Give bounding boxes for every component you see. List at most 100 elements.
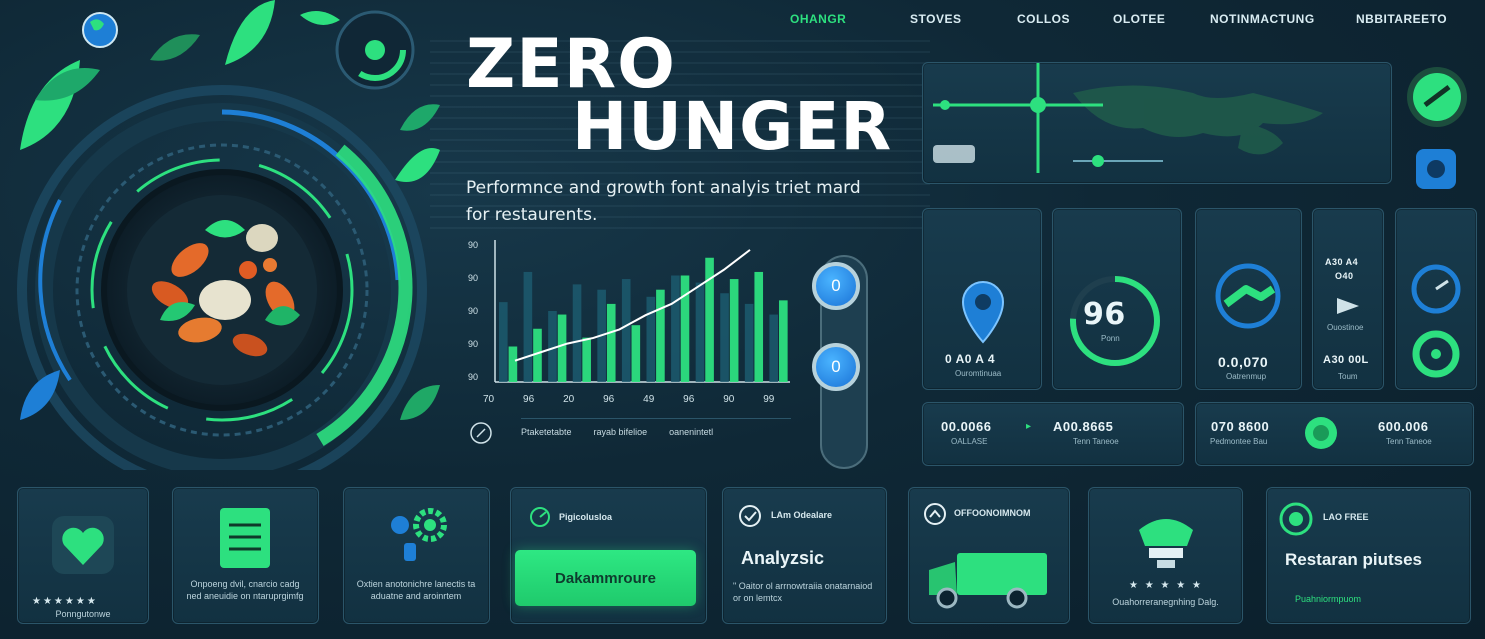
chart-settings-icon[interactable] bbox=[469, 421, 493, 445]
card-restaurant[interactable]: LAO FREE Restaran piutses Puahniormpuom bbox=[1266, 487, 1471, 624]
chart-bar bbox=[499, 302, 508, 382]
dashboard-button[interactable]: Dakammroure bbox=[515, 550, 696, 606]
chart-bar bbox=[729, 279, 739, 382]
kpi-location-label: Ouromtinuaa bbox=[955, 369, 1002, 378]
chart-bar bbox=[680, 275, 690, 382]
stat-right-2-value: 600.006 bbox=[1378, 419, 1429, 434]
green-toggle-icon[interactable] bbox=[1301, 413, 1341, 453]
kpi-metrics-sub: Ouostinoe bbox=[1327, 323, 1364, 332]
toggle-knob-bottom[interactable]: 0 bbox=[812, 343, 860, 391]
y-tick-label: 90 bbox=[468, 273, 478, 283]
arrow-right-icon: ▸ bbox=[1026, 421, 1032, 432]
chart-bar bbox=[606, 303, 616, 382]
nav-item-notinmactung[interactable]: NOTINMACTUNG bbox=[1210, 12, 1315, 26]
world-map-panel bbox=[922, 62, 1392, 184]
chart-bar bbox=[671, 275, 680, 382]
delivery-truck-icon bbox=[929, 553, 1047, 609]
kpi-tile-handshake[interactable]: 0.0,070 Oatrenmup bbox=[1195, 208, 1302, 390]
kpi-metrics-top: A30 A4 bbox=[1325, 257, 1359, 267]
chart-bar bbox=[779, 300, 788, 382]
chart-bar bbox=[744, 303, 754, 382]
card-notes[interactable]: Onpoeng dvil, cnarcio cadg ned aneuidie … bbox=[172, 487, 319, 624]
y-tick-label: 90 bbox=[468, 240, 478, 250]
checkmark-icon bbox=[739, 505, 761, 527]
card-delivery[interactable]: OFFOONOIMNOM bbox=[908, 487, 1070, 624]
x-tick-label: 90 bbox=[723, 394, 735, 405]
notepad-icon bbox=[220, 508, 270, 568]
target-icon bbox=[1279, 502, 1313, 536]
card-delivery-title: OFFOONOIMNOM bbox=[954, 508, 1031, 518]
card-restaurant-caption: Puahniormpuom bbox=[1295, 594, 1362, 604]
legend-item-2: rayab bifelioe bbox=[593, 427, 648, 437]
card-analysis-body: " Oaitor ol arrnowtraiia onatarnaiod or … bbox=[733, 581, 873, 603]
y-tick-label: 90 bbox=[468, 339, 478, 349]
page-title-line2: HUNGER bbox=[572, 88, 893, 165]
stats-panel-left: 00.0066 OALLASE ▸ A00.8665 Tenn Taneoe bbox=[922, 402, 1184, 466]
food-hero-illustration bbox=[17, 0, 440, 470]
card-rating[interactable]: ★ ★ ★ ★ ★ Ouahorreranegnhing Dalg. bbox=[1088, 487, 1243, 624]
top-nav: OHANGR STOVES COLLOS OLOTEE NOTINMACTUNG… bbox=[780, 12, 1480, 32]
play-arrow-icon bbox=[1337, 298, 1359, 314]
nav-item-ohangr[interactable]: OHANGR bbox=[790, 12, 846, 26]
stat-right-1-value: 070 8600 bbox=[1211, 419, 1270, 434]
nav-item-collos[interactable]: COLLOS bbox=[1017, 12, 1070, 26]
kpi-metrics-mid: O40 bbox=[1335, 271, 1354, 281]
x-tick-label: 96 bbox=[523, 394, 535, 405]
stat-right-1-label: Pedmontee Bau bbox=[1210, 437, 1268, 446]
card-notes-body: Onpoeng dvil, cnarcio cadg ned aneuidie … bbox=[186, 579, 304, 601]
x-tick-label: 70 bbox=[483, 394, 495, 405]
chart-bar bbox=[754, 271, 764, 382]
card-favorite-caption: Ponngutonwe bbox=[55, 609, 111, 619]
chart-bar bbox=[533, 328, 542, 382]
chart-bar bbox=[646, 296, 656, 382]
legend-item-1: Ptaketetabte bbox=[521, 427, 572, 437]
toggle-knob-top[interactable]: 0 bbox=[812, 262, 860, 310]
gear-icon bbox=[391, 508, 447, 561]
card-settings[interactable]: Oxtien anotonichre lanectis ta aduatne a… bbox=[343, 487, 490, 624]
card-dashboard-title: Pigicolusloa bbox=[559, 512, 613, 522]
map-pin-icon bbox=[961, 280, 1005, 344]
blue-settings-icon[interactable] bbox=[1412, 145, 1460, 193]
card-favorite[interactable]: ★★★★★★ Ponngutonwe bbox=[17, 487, 149, 624]
chart-bar bbox=[631, 325, 641, 382]
chart-bar bbox=[572, 284, 582, 382]
kpi-tile-location[interactable]: 0 A0 A 4 Ouromtinuaa bbox=[922, 208, 1042, 390]
chart-bar bbox=[621, 279, 631, 382]
food-cloche-icon bbox=[1139, 519, 1193, 568]
x-tick-label: 96 bbox=[603, 394, 615, 405]
kpi-tile-gauge[interactable] bbox=[1395, 208, 1477, 390]
x-tick-label: 99 bbox=[763, 394, 775, 405]
stat-left-2-value: A00.8665 bbox=[1053, 419, 1114, 434]
kpi-tile-score[interactable]: 96 Ponn bbox=[1052, 208, 1182, 390]
stat-left-1-label: OALLASE bbox=[951, 437, 988, 446]
chart-bar bbox=[557, 314, 567, 382]
kpi-handshake-value: 0.0,070 bbox=[1218, 354, 1269, 370]
kpi-handshake-label: Oatrenmup bbox=[1226, 372, 1267, 381]
green-action-icon[interactable] bbox=[1405, 65, 1469, 129]
card-analysis-heading: Analyzsic bbox=[741, 548, 825, 568]
nav-item-stoves[interactable]: STOVES bbox=[910, 12, 961, 26]
stat-right-2-label: Tenn Taneoe bbox=[1386, 437, 1432, 446]
x-tick-label: 20 bbox=[563, 394, 575, 405]
stats-panel-right: 070 8600 Pedmontee Bau 600.006 Tenn Tane… bbox=[1195, 402, 1474, 466]
kpi-metrics-label: Toum bbox=[1338, 372, 1358, 381]
gauge-icons bbox=[1411, 264, 1461, 378]
chart-bar bbox=[508, 346, 518, 382]
kpi-tile-metrics[interactable]: A30 A4 O40 Ouostinoe A30 00L Toum bbox=[1312, 208, 1384, 390]
y-tick-label: 90 bbox=[468, 306, 478, 316]
nav-item-olotee[interactable]: OLOTEE bbox=[1113, 12, 1165, 26]
card-favorite-stars: ★★★★★★ bbox=[32, 596, 98, 607]
chart-bar bbox=[582, 337, 591, 382]
card-dashboard[interactable]: Pigicolusloa Dakammroure bbox=[510, 487, 707, 624]
chart-bar bbox=[720, 293, 729, 382]
chart-bar bbox=[523, 271, 533, 382]
chart-bar bbox=[695, 282, 705, 382]
kpi-metrics-value: A30 00L bbox=[1323, 354, 1369, 366]
kpi-score-label: Ponn bbox=[1101, 334, 1120, 343]
chart-legend: Ptaketetabte rayab bifelioe oanenintetl bbox=[521, 418, 791, 445]
x-tick-label: 96 bbox=[683, 394, 695, 405]
chart-bar bbox=[769, 314, 779, 382]
nav-item-nbbitareeto[interactable]: NBBITAREETO bbox=[1356, 12, 1447, 26]
card-analysis[interactable]: LAm Odealare Analyzsic " Oaitor ol arrno… bbox=[722, 487, 887, 624]
card-rating-caption: Ouahorreranegnhing Dalg. bbox=[1112, 597, 1219, 607]
